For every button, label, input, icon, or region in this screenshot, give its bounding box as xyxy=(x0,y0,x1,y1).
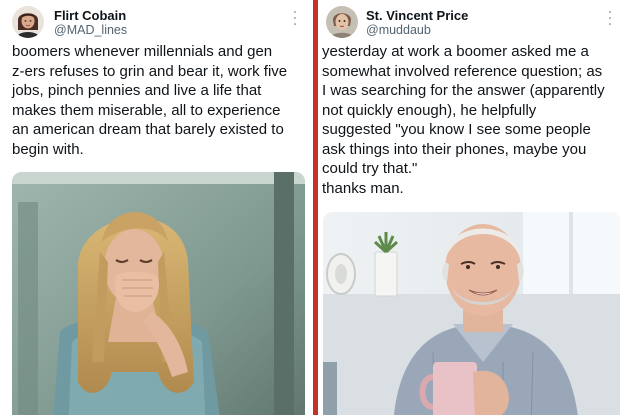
author-handle[interactable]: @MAD_lines xyxy=(54,23,127,37)
crying-woman-photo-icon xyxy=(12,172,305,415)
tweet-text: boomers whenever millennials and gen z-e… xyxy=(12,43,288,158)
author-avatar[interactable] xyxy=(12,6,44,38)
author-name[interactable]: St. Vincent Price xyxy=(366,8,468,23)
tweet-header: St. Vincent Price @muddaub · · · xyxy=(326,6,617,40)
author-avatar[interactable] xyxy=(326,6,358,38)
tweet-header: Flirt Cobain @MAD_lines · · · xyxy=(12,6,306,40)
tweet-card-left[interactable]: Flirt Cobain @MAD_lines · · · boomers when… xyxy=(0,0,314,415)
author-name[interactable]: Flirt Cobain xyxy=(54,8,126,23)
vintage-portrait-avatar-icon xyxy=(326,6,358,38)
tweet-text: yesterday at work a boomer asked me a so… xyxy=(322,43,605,197)
tweet-media-image[interactable] xyxy=(323,212,620,415)
author-handle[interactable]: @muddaub xyxy=(366,23,431,37)
more-options-icon[interactable]: · · · xyxy=(603,6,617,32)
woman-portrait-avatar-icon xyxy=(12,6,44,38)
tweet-card-right[interactable]: St. Vincent Price @muddaub · · · yesterday… xyxy=(318,0,625,415)
more-options-icon[interactable]: · · · xyxy=(288,6,302,32)
smiling-man-mug-photo-icon xyxy=(323,212,620,415)
tweet-media-image[interactable] xyxy=(12,172,305,415)
